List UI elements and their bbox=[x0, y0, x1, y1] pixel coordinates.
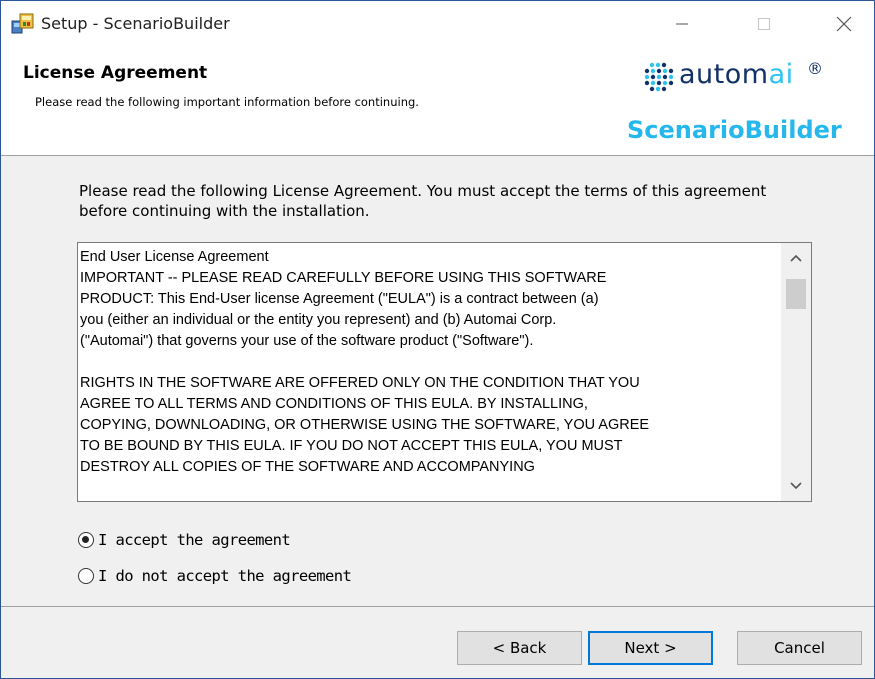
license-scrollbar[interactable] bbox=[781, 243, 811, 501]
intro-text: Please read the following License Agreem… bbox=[79, 182, 767, 220]
chevron-down-icon bbox=[790, 482, 802, 490]
wizard-header: License Agreement Please read the follow… bbox=[1, 49, 874, 156]
page-subtitle: Please read the following important info… bbox=[35, 95, 419, 109]
chevron-up-icon bbox=[790, 254, 802, 262]
automai-logo-icon bbox=[644, 62, 674, 92]
close-icon[interactable] bbox=[821, 9, 867, 39]
scroll-thumb[interactable] bbox=[786, 279, 806, 309]
logo-text-accent: ai bbox=[768, 59, 794, 90]
decline-option[interactable]: I do not accept the agreement bbox=[78, 567, 352, 585]
decline-label[interactable]: I do not accept the agreement bbox=[98, 567, 352, 585]
product-name: ScenarioBuilder bbox=[627, 116, 842, 144]
title-bar[interactable]: Setup - ScenarioBuilder bbox=[1, 1, 874, 49]
page-title: License Agreement bbox=[23, 63, 208, 83]
automai-logo-text: automai bbox=[679, 59, 794, 90]
window-title: Setup - ScenarioBuilder bbox=[41, 14, 230, 33]
logo-text-main: autom bbox=[679, 59, 769, 90]
setup-app-icon bbox=[11, 13, 34, 34]
license-textbox[interactable]: End User License Agreement IMPORTANT -- … bbox=[77, 242, 812, 502]
footer-divider bbox=[1, 606, 874, 607]
accept-radio[interactable] bbox=[78, 532, 94, 548]
decline-radio[interactable] bbox=[78, 568, 94, 584]
next-button[interactable]: Next > bbox=[588, 631, 713, 665]
accept-option[interactable]: I accept the agreement bbox=[78, 531, 291, 549]
scroll-up-button[interactable] bbox=[781, 246, 811, 270]
license-text: End User License Agreement IMPORTANT -- … bbox=[80, 249, 650, 475]
accept-label[interactable]: I accept the agreement bbox=[98, 531, 291, 549]
back-button[interactable]: < Back bbox=[457, 631, 582, 665]
cancel-button[interactable]: Cancel bbox=[737, 631, 862, 665]
minimize-icon[interactable] bbox=[659, 9, 705, 39]
setup-window: Setup - ScenarioBuilder License Agreemen… bbox=[0, 0, 875, 679]
maximize-icon[interactable] bbox=[741, 9, 787, 39]
registered-mark: ® bbox=[807, 59, 823, 78]
scroll-down-button[interactable] bbox=[781, 474, 811, 498]
